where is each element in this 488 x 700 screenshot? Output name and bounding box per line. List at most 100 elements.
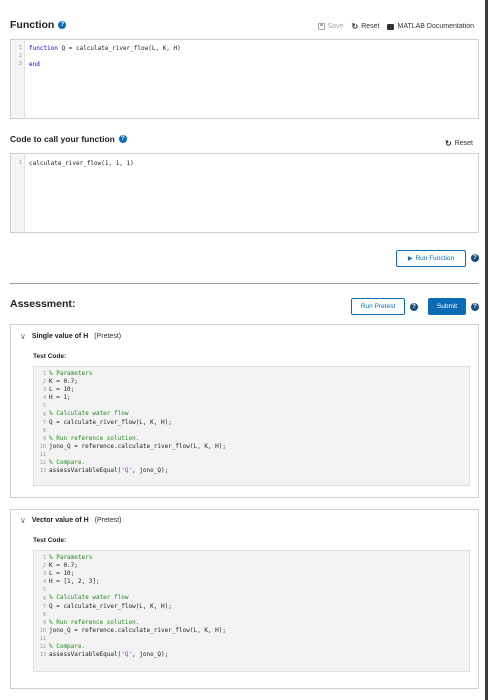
function-editor[interactable]: 1 2 3 function Q = calculate_river_flow(… [10,39,479,119]
code-line: 10 jono_Q = reference.calculate_river_flo… [36,627,226,635]
line-number: 4 [42,395,46,402]
line-number: 3 [42,571,46,578]
line-number: 2 [42,379,46,386]
line-number: 10 [39,627,46,634]
line-number: 5 [42,587,46,594]
code-line: 13 assessVariableEqual('Q', jono_Q); [36,651,226,659]
code-line: 7Q = calculate_river_flow(L, K, H); [36,419,226,427]
help-icon[interactable]: ? [471,303,479,311]
line-number: 3 [18,61,22,67]
code-line: 10 jono_Q = reference.calculate_river_flo… [36,443,226,451]
code-line: 2K = 0.7; [36,378,226,386]
line-number: 2 [18,53,22,59]
code-line: 4H = 1; [36,394,226,402]
code-line: 11 [36,635,226,643]
call-editor[interactable]: 1 calculate_river_flow(1, 1, 1) [10,153,479,233]
line-number: 12 [39,460,46,467]
code-line: 1% Parameters [36,370,226,378]
line-number: 4 [42,579,46,586]
line-number: 9 [42,619,46,626]
code-line: 6% Calculate water flow [36,410,226,418]
help-icon[interactable]: ? [410,303,418,311]
code-text: jono_Q = reference.calculate_river_flow(… [49,626,227,634]
line-number: 11 [39,451,46,458]
help-icon[interactable]: ? [118,135,127,143]
test-code-box: 1% Parameters 2 K = 0.7; 3 L = 10; 4 H = 1; 5 6%… [33,366,470,486]
test-header[interactable]: ∨ Vector value of H (Pretest) [20,516,122,525]
test-code-box: 1% Parameters 2 K = 0.7; 3 L = 10; 4 H = [1, 2… [33,550,470,672]
code-text: , jono_Q); [132,651,169,659]
code-line-3: end [29,61,40,68]
line-number: 6 [42,411,46,418]
submit-button[interactable]: Submit [428,298,466,315]
reset-icon: ↻ [351,22,359,31]
section-divider [10,283,479,284]
line-number: 1 [42,371,46,378]
code-text: % Calculate water flow [49,594,129,602]
code-line: 3L = 10; [36,570,226,578]
line-number: 7 [42,603,46,610]
help-icon[interactable]: ? [471,254,479,262]
code-line: 8 [36,611,226,619]
line-number: 1 [18,160,22,166]
line-number: 8 [42,427,46,434]
code-line: 13 assessVariableEqual('Q', jono_Q); [36,467,226,475]
line-number: 10 [39,443,46,450]
line-number: 11 [39,635,46,642]
code-text: % Run reference solution. [49,618,140,626]
function-toolbar: Save ↻ Reset MATLAB Documentation [317,22,474,31]
code-text: % Parameters [49,370,93,377]
code-text: L = 10; [49,386,75,394]
line-number: 7 [42,419,46,426]
save-button[interactable]: Save [317,23,343,30]
code-text: Q = calculate_river_flow(L, K, H); [49,602,172,610]
call-reset-button[interactable]: ↻ Reset [445,139,473,148]
call-title: Code to call your function [10,134,115,144]
code-line: 5 [36,402,226,410]
line-number: 1 [18,45,22,51]
code-text: % Calculate water flow [49,410,129,418]
line-number: 2 [42,563,46,570]
test-code-label: Test Code: [33,353,67,360]
function-heading: Function ? [10,19,67,31]
code-line-1: function Q = calculate_river_flow(L, K, … [29,45,181,52]
code-line: 7Q = calculate_river_flow(L, K, H); [36,603,226,611]
code-text: assessVariableEqual( [49,467,122,475]
save-icon [317,23,325,30]
line-number: 9 [42,435,46,442]
assessment-title: Assessment: [10,298,76,310]
run-function-button[interactable]: ▶ Run Function [396,250,466,267]
code-text: % Compare. [49,459,86,467]
code-string: 'Q' [121,467,133,475]
test-code-label: Test Code: [33,537,67,544]
code-text: % Parameters [49,554,93,561]
line-number: 3 [42,387,46,394]
chevron-down-icon[interactable]: ∨ [20,332,26,341]
code-text: Q = calculate_river_flow(L, K, H); [49,418,172,426]
code-line: 6% Calculate water flow [36,594,226,602]
code-line: 9% Run reference solution. [36,435,226,443]
chevron-down-icon[interactable]: ∨ [20,516,26,525]
run-pretest-button[interactable]: Run Pretest [351,298,405,315]
code-line: 9% Run reference solution. [36,619,226,627]
help-icon[interactable]: ? [58,21,67,29]
line-gutter [11,40,25,118]
code-text: assessVariableEqual( [49,651,122,659]
test-header[interactable]: ∨ Single value of H (Pretest) [20,332,121,341]
call-heading: Code to call your function ? [10,134,127,144]
code-text: H = [1, 2, 3]; [49,578,100,586]
line-number: 6 [42,595,46,602]
matlab-docs-link[interactable]: MATLAB Documentation [387,23,474,30]
line-number: 1 [42,555,46,562]
code-line: 11 [36,451,226,459]
code-text: H = 1; [49,394,71,402]
line-number: 5 [42,403,46,410]
code-line: 8 [36,427,226,435]
function-title: Function [10,19,55,31]
code-text: % Compare. [49,643,86,651]
line-number: 12 [39,644,46,651]
reset-button[interactable]: ↻ Reset [351,22,379,31]
code-text: % Run reference solution. [49,434,140,442]
reset-icon: ↻ [445,139,452,148]
code-line: 4H = [1, 2, 3]; [36,578,226,586]
